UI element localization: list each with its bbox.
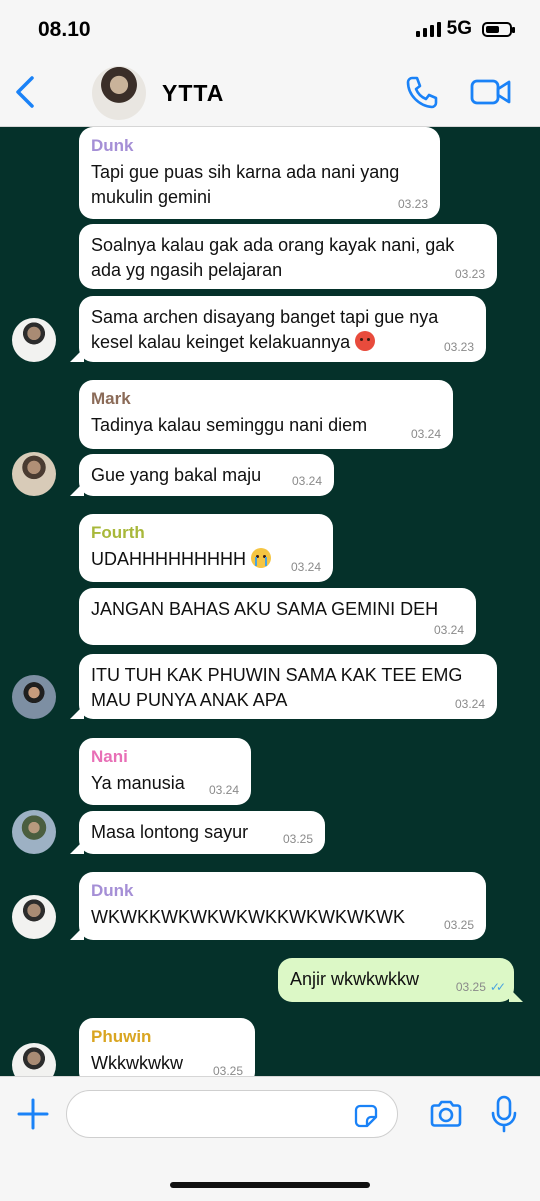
message-text: Soalnya kalau gak ada orang kayak nani, …	[91, 235, 455, 280]
message-time: 03.25	[212, 1064, 243, 1076]
home-indicator	[170, 1182, 370, 1188]
battery-icon	[482, 21, 515, 37]
sender-name: Dunk	[91, 136, 134, 155]
back-button[interactable]	[12, 74, 42, 110]
message-time: 03.23	[443, 340, 474, 354]
message-bubble[interactable]: Gue yang bakal maju 03.24	[70, 454, 334, 496]
status-indicators: 5G	[415, 18, 515, 40]
avatar[interactable]	[12, 675, 56, 719]
signal-icon	[415, 21, 441, 37]
message-bubble[interactable]: JANGAN BAHAS AKU SAMA GEMINI DEH 03.24	[79, 588, 476, 645]
avatar[interactable]	[12, 318, 56, 362]
message-time: 03.23	[454, 267, 485, 281]
message-bubble[interactable]: Fourth UDAHHHHHHHHH 03.24	[79, 514, 333, 582]
sticker-icon	[354, 1104, 378, 1128]
chat-title[interactable]: YTTA	[162, 80, 224, 107]
message-bubble[interactable]: Masa lontong sayur 03.25	[70, 811, 325, 854]
sender-name: Nani	[91, 747, 128, 766]
message-bubble[interactable]: Phuwin Wkkwkwkw 03.25	[79, 1018, 255, 1076]
message-time: 03.25	[282, 832, 313, 846]
sender-name: Dunk	[91, 881, 134, 900]
video-call-button[interactable]	[470, 76, 512, 108]
sender-name: Fourth	[91, 523, 145, 542]
group-avatar[interactable]	[92, 66, 146, 120]
attach-button[interactable]	[16, 1097, 50, 1131]
message-text: Tadinya kalau seminggu nani diem	[91, 415, 368, 435]
message-text: Gue yang bakal maju	[91, 465, 262, 485]
message-text: WKWKKWKWKWKWKKWKWKWKWK	[91, 907, 405, 927]
message-list[interactable]: Dunk Tapi gue puas sih karna ada nani ya…	[0, 127, 540, 1076]
message-bubble[interactable]: Sama archen disayang banget tapi gue nya…	[70, 296, 486, 362]
chevron-left-icon	[16, 76, 34, 108]
message-text: Tapi gue puas sih karna ada nani yang mu…	[91, 162, 400, 207]
message-time: 03.24	[433, 623, 464, 637]
voice-call-button[interactable]	[404, 74, 440, 110]
avatar[interactable]	[12, 1043, 56, 1076]
crying-face-emoji	[251, 548, 272, 568]
message-time: 03.24	[208, 783, 239, 797]
message-text: Masa lontong sayur	[91, 822, 249, 842]
message-time: 03.25 ✓✓	[455, 980, 506, 994]
message-bubble[interactable]: ITU TUH KAK PHUWIN SAMA KAK TEE EMG MAU …	[70, 654, 497, 719]
read-receipt-icon: ✓✓	[489, 980, 506, 994]
message-bubble[interactable]: Dunk WKWKKWKWKWKWKKWKWKWKWK 03.25	[70, 872, 486, 940]
message-time: 03.24	[291, 474, 322, 488]
message-text: UDAHHHHHHHHH	[91, 547, 321, 572]
network-type: 5G	[446, 18, 472, 39]
message-input[interactable]	[66, 1090, 398, 1138]
message-bubble[interactable]: Nani Ya manusia 03.24	[79, 738, 251, 805]
message-text: JANGAN BAHAS AKU SAMA GEMINI DEH	[91, 599, 439, 619]
outgoing-message-bubble[interactable]: Anjir wkwkwkkw 03.25 ✓✓	[278, 958, 523, 1002]
camera-icon	[430, 1100, 462, 1127]
avatar[interactable]	[12, 895, 56, 939]
message-time: 03.23	[397, 197, 428, 211]
chat-header: YTTA	[0, 60, 540, 127]
video-camera-icon	[470, 79, 511, 105]
angry-face-emoji	[355, 331, 376, 351]
microphone-button[interactable]	[490, 1094, 518, 1134]
message-text: Sama archen disayang banget tapi gue nya…	[91, 307, 439, 352]
camera-button[interactable]	[428, 1099, 464, 1129]
status-time: 08.10	[38, 18, 91, 41]
message-bubble[interactable]: Mark Tadinya kalau seminggu nani diem 03…	[79, 380, 453, 449]
message-time: 03.25	[443, 918, 474, 932]
sender-name: Mark	[91, 389, 131, 408]
sticker-button[interactable]	[352, 1102, 380, 1130]
status-bar: 08.10 5G	[0, 0, 540, 60]
message-bubble[interactable]: Soalnya kalau gak ada orang kayak nani, …	[79, 224, 497, 289]
message-time: 03.24	[290, 560, 321, 574]
plus-icon	[17, 1098, 49, 1130]
avatar[interactable]	[12, 810, 56, 854]
phone-icon	[406, 76, 438, 109]
message-time: 03.24	[454, 697, 485, 711]
microphone-icon	[491, 1095, 517, 1133]
avatar[interactable]	[12, 452, 56, 496]
sender-name: Phuwin	[91, 1027, 152, 1046]
message-text: ITU TUH KAK PHUWIN SAMA KAK TEE EMG MAU …	[91, 665, 463, 710]
message-time: 03.24	[410, 427, 441, 441]
message-bubble[interactable]: Dunk Tapi gue puas sih karna ada nani ya…	[79, 127, 440, 219]
